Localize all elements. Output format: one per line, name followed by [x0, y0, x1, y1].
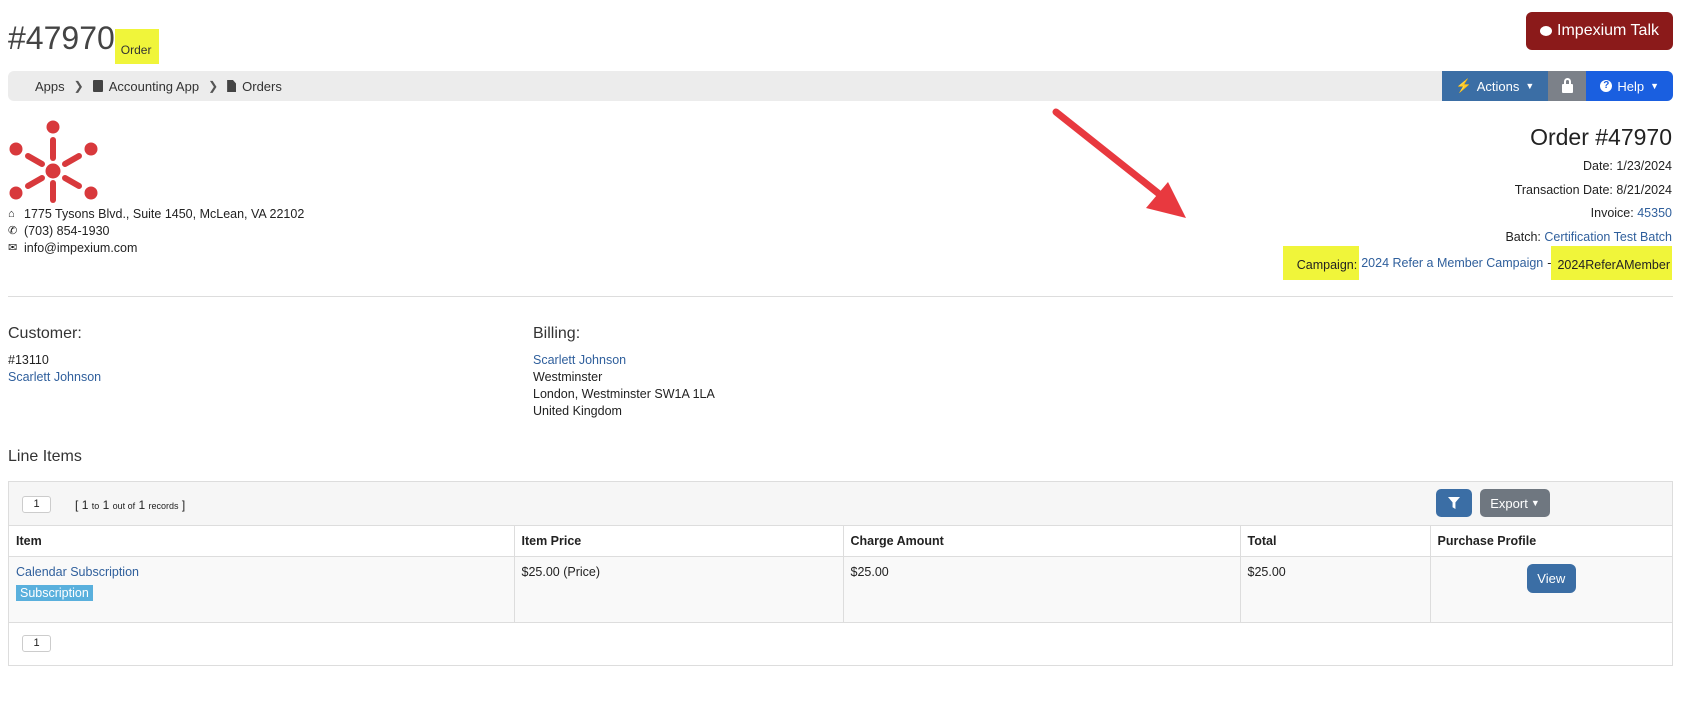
campaign-label: Campaign: [1282, 246, 1360, 280]
line-items-table: Item Item Price Charge Amount Total Purc… [9, 526, 1672, 623]
actions-label: Actions [1476, 78, 1520, 94]
batch-link[interactable]: Certification Test Batch [1544, 230, 1672, 244]
envelope-icon: ✉ [8, 242, 18, 254]
records-summary: [ 1 to 1 out of 1 records ] [75, 498, 186, 512]
column-header-total[interactable]: Total [1240, 526, 1431, 557]
comment-icon [1540, 26, 1553, 36]
campaign-code: 2024ReferAMember [1551, 246, 1672, 280]
grid-toolbar: 1 [ 1 to 1 out of 1 records ] Export ▼ [9, 482, 1672, 526]
breadcrumb-accounting-label: Accounting App [108, 78, 200, 94]
impexium-talk-label: Impexium Talk [1557, 22, 1659, 39]
transaction-date: 8/21/2024 [1616, 182, 1672, 197]
billing-heading: Billing: [533, 325, 581, 342]
total-cell: $25.00 [1240, 556, 1431, 623]
annotation-arrow [1052, 108, 1186, 218]
order-date: 1/23/2024 [1616, 159, 1672, 173]
breadcrumb-orders[interactable]: Orders [227, 79, 282, 94]
question-circle-icon: ? [1600, 80, 1613, 92]
table-row: Calendar Subscription Subscription $25.0… [9, 556, 1672, 623]
company-email: info@impexium.com [24, 241, 138, 255]
home-icon: ⌂ [8, 208, 15, 220]
charge-amount-cell: $25.00 [843, 556, 1241, 623]
company-address: 1775 Tysons Blvd., Suite 1450, McLean, V… [24, 207, 305, 221]
campaign-link[interactable]: 2024 Refer a Member Campaign [1361, 256, 1543, 270]
order-heading: Order #47970 [1530, 124, 1672, 150]
line-items-grid: 1 [ 1 to 1 out of 1 records ] Export ▼ I… [8, 481, 1673, 666]
lock-button[interactable] [1548, 71, 1587, 101]
billing-section: Billing: Scarlett Johnson Westminster Lo… [533, 325, 715, 420]
column-header-item-price[interactable]: Item Price [514, 526, 844, 557]
bottom-page-number-button[interactable]: 1 [22, 635, 51, 652]
campaign-row: Campaign: 2024 Refer a Member Campaign -… [1282, 243, 1672, 283]
page-number-button[interactable]: 1 [22, 496, 51, 513]
company-phone: (703) 854-1930 [24, 224, 110, 238]
transaction-date-label: Transaction Date: [1514, 182, 1613, 197]
invoice-label: Invoice: [1590, 206, 1634, 220]
help-label: Help [1617, 78, 1645, 94]
page-title: #47970 [8, 20, 115, 56]
divider [8, 296, 1673, 297]
item-link[interactable]: Calendar Subscription [16, 565, 507, 579]
lightning-icon: ⚡ [1455, 78, 1472, 93]
export-label: Export [1490, 495, 1528, 511]
chevron-down-icon: ▼ [1650, 81, 1659, 91]
billing-line-1: Westminster [533, 370, 603, 384]
file-icon [227, 80, 237, 92]
apps-grid-icon [17, 80, 29, 92]
filter-button[interactable] [1436, 489, 1472, 517]
breadcrumb-apps[interactable]: Apps [17, 79, 65, 94]
customer-section: Customer: #13110 Scarlett Johnson [8, 325, 101, 386]
subscription-badge: Subscription [16, 584, 93, 601]
date-label: Date: [1583, 159, 1613, 173]
export-button[interactable]: Export ▼ [1480, 489, 1550, 517]
table-header-row: Item Item Price Charge Amount Total Purc… [9, 526, 1672, 557]
column-header-purchase-profile: Purchase Profile [1430, 526, 1672, 557]
impexium-talk-button[interactable]: Impexium Talk [1526, 12, 1673, 50]
company-logo [9, 120, 98, 203]
line-items-heading: Line Items [8, 448, 82, 465]
breadcrumb: Apps ❯ Accounting App ❯ Orders ⚡ Actions… [8, 71, 1673, 101]
book-icon [92, 80, 103, 92]
chevron-down-icon: ▼ [1530, 498, 1540, 508]
page-header: #47970 Order [8, 18, 160, 64]
customer-name-link[interactable]: Scarlett Johnson [8, 369, 101, 386]
company-contact: ⌂ 1775 Tysons Blvd., Suite 1450, McLean, … [8, 206, 304, 257]
billing-name-link[interactable]: Scarlett Johnson [533, 352, 715, 369]
breadcrumb-apps-label: Apps [35, 78, 65, 94]
breadcrumb-orders-label: Orders [242, 78, 282, 94]
batch-label: Batch: [1505, 229, 1541, 244]
lock-icon [1561, 77, 1573, 93]
billing-line-2: London, Westminster SW1A 1LA [533, 387, 715, 401]
chevron-right-icon: ❯ [73, 79, 84, 93]
item-cell: Calendar Subscription Subscription [9, 556, 515, 623]
billing-line-3: United Kingdom [533, 404, 622, 418]
filter-icon [1448, 497, 1460, 509]
column-header-item[interactable]: Item [9, 526, 515, 557]
customer-heading: Customer: [8, 325, 82, 342]
invoice-link[interactable]: 45350 [1637, 206, 1672, 220]
order-info: Order #47970 Date: 1/23/2024 Transaction… [1282, 124, 1672, 283]
column-header-charge-amount[interactable]: Charge Amount [843, 526, 1241, 557]
actions-button[interactable]: ⚡ Actions ▼ [1441, 71, 1549, 101]
help-button[interactable]: ? Help ▼ [1586, 71, 1673, 101]
view-button[interactable]: View [1526, 563, 1576, 593]
item-price-cell: $25.00 (Price) [514, 556, 844, 623]
customer-id: #13110 [8, 353, 49, 367]
toolbar-actions: ⚡ Actions ▼ ? Help ▼ [1441, 71, 1673, 101]
order-type-label: Order [114, 29, 160, 64]
breadcrumb-accounting-app[interactable]: Accounting App [92, 78, 200, 94]
chevron-right-icon: ❯ [208, 79, 219, 93]
chevron-down-icon: ▼ [1525, 81, 1535, 91]
phone-icon: ✆ [8, 225, 18, 237]
purchase-profile-cell: View [1430, 556, 1672, 623]
